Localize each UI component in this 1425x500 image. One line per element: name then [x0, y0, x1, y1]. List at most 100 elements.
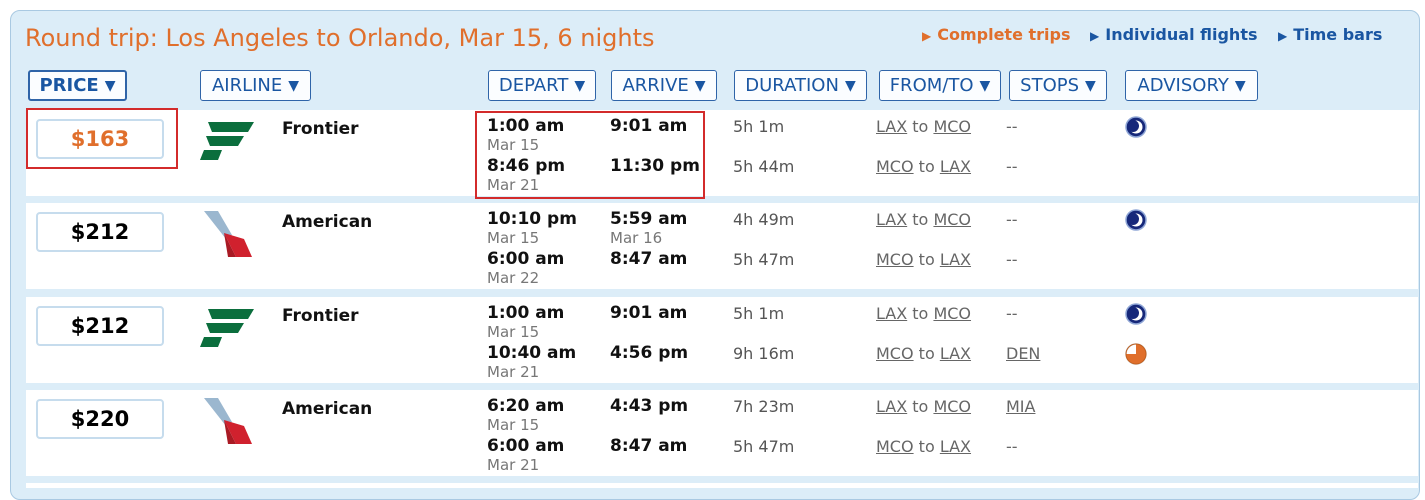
duration: 5h 1m — [733, 117, 785, 136]
depart-time: 6:20 am — [487, 396, 565, 416]
result-row-partial — [26, 483, 1418, 488]
result-row: $212 Frontier 1:00 am Mar 15 9:01 am 5h … — [26, 297, 1418, 383]
route: LAX to MCO — [876, 304, 971, 323]
flight-leg-return: 6:00 am Mar 21 8:47 am 5h 47m MCO to LAX… — [26, 436, 1418, 474]
route-separator: to — [912, 210, 929, 229]
sort-from-to-label: FROM/TO — [889, 75, 974, 96]
arrive-time: 8:47 am — [610, 436, 688, 456]
depart-time: 1:00 am — [487, 303, 565, 323]
origin-airport-link[interactable]: MCO — [876, 250, 914, 269]
destination-airport-link[interactable]: MCO — [933, 397, 971, 416]
origin-airport-link[interactable]: LAX — [876, 117, 907, 136]
origin-airport-link[interactable]: LAX — [876, 210, 907, 229]
chevron-down-icon: ▼ — [1085, 77, 1096, 94]
sort-depart-button[interactable]: DEPART ▼ — [488, 70, 596, 101]
depart-date: Mar 15 — [487, 416, 540, 434]
arrive-time: 11:30 pm — [610, 156, 700, 176]
origin-airport-link[interactable]: LAX — [876, 304, 907, 323]
sort-from-to-button[interactable]: FROM/TO ▼ — [879, 70, 1001, 101]
sort-advisory-button[interactable]: ADVISORY ▼ — [1125, 70, 1258, 101]
depart-time: 10:10 pm — [487, 209, 577, 229]
route-separator: to — [912, 117, 929, 136]
duration: 5h 47m — [733, 250, 795, 269]
moon-icon[interactable] — [1125, 303, 1147, 325]
sort-stops-button[interactable]: STOPS ▼ — [1009, 70, 1107, 101]
duration: 5h 1m — [733, 304, 785, 323]
route: LAX to MCO — [876, 210, 971, 229]
flight-leg-outbound: 1:00 am Mar 15 9:01 am 5h 1m LAX to MCO … — [26, 303, 1418, 341]
play-triangle-icon: ▶ — [922, 29, 932, 43]
play-triangle-icon: ▶ — [1090, 29, 1100, 43]
arrive-time: 5:59 am — [610, 209, 688, 229]
chevron-down-icon: ▼ — [844, 77, 856, 94]
chevron-down-icon: ▼ — [1234, 77, 1246, 94]
destination-airport-link[interactable]: MCO — [933, 210, 971, 229]
stop-airport-link[interactable]: DEN — [1006, 344, 1040, 363]
origin-airport-link[interactable]: MCO — [876, 344, 914, 363]
chevron-down-icon: ▼ — [288, 77, 300, 94]
route: MCO to LAX — [876, 437, 971, 456]
arrive-time: 4:56 pm — [610, 343, 689, 363]
result-row: $220 American 6:20 am Mar 15 4:43 pm 7h … — [26, 390, 1418, 476]
origin-airport-link[interactable]: LAX — [876, 397, 907, 416]
moon-icon[interactable] — [1125, 116, 1147, 138]
stop-airport-link[interactable]: MIA — [1006, 397, 1035, 416]
depart-time: 6:00 am — [487, 436, 565, 456]
depart-time: 6:00 am — [487, 249, 565, 269]
route-separator: to — [912, 304, 929, 323]
sort-duration-button[interactable]: DURATION ▼ — [734, 70, 867, 101]
depart-date: Mar 21 — [487, 456, 540, 474]
view-link-label: Complete trips — [937, 25, 1071, 44]
view-link-label: Time bars — [1293, 25, 1383, 44]
depart-time: 10:40 am — [487, 343, 577, 363]
route: MCO to LAX — [876, 157, 971, 176]
route: LAX to MCO — [876, 117, 971, 136]
flight-leg-return: 10:40 am Mar 21 4:56 pm 9h 16m MCO to LA… — [26, 343, 1418, 381]
sort-price-button[interactable]: PRICE ▼ — [28, 70, 127, 101]
sort-stops-label: STOPS — [1020, 75, 1080, 96]
chevron-down-icon: ▼ — [104, 77, 116, 94]
arrive-time: 9:01 am — [610, 303, 688, 323]
sort-price-label: PRICE — [39, 75, 99, 96]
flight-leg-return: 8:46 pm Mar 21 11:30 pm 5h 44m MCO to LA… — [26, 156, 1418, 194]
sort-airline-button[interactable]: AIRLINE ▼ — [200, 70, 311, 101]
arrive-date: Mar 16 — [610, 229, 663, 247]
view-individual-flights-link[interactable]: ▶ Individual flights — [1090, 25, 1257, 44]
flight-leg-outbound: 1:00 am Mar 15 9:01 am 5h 1m LAX to MCO … — [26, 116, 1418, 154]
depart-date: Mar 21 — [487, 176, 540, 194]
depart-date: Mar 22 — [487, 269, 540, 287]
route: MCO to LAX — [876, 344, 971, 363]
sort-advisory-label: ADVISORY — [1137, 75, 1229, 96]
destination-airport-link[interactable]: LAX — [940, 157, 971, 176]
depart-time: 8:46 pm — [487, 156, 566, 176]
origin-airport-link[interactable]: MCO — [876, 157, 914, 176]
view-complete-trips-link[interactable]: ▶ Complete trips — [922, 25, 1071, 44]
arrive-time: 4:43 pm — [610, 396, 689, 416]
destination-airport-link[interactable]: LAX — [940, 437, 971, 456]
depart-time: 1:00 am — [487, 116, 565, 136]
route: LAX to MCO — [876, 397, 971, 416]
sort-duration-label: DURATION — [745, 75, 839, 96]
sort-depart-label: DEPART — [498, 75, 569, 96]
moon-icon[interactable] — [1125, 209, 1147, 231]
destination-airport-link[interactable]: MCO — [933, 304, 971, 323]
chevron-down-icon: ▼ — [979, 77, 991, 94]
duration: 9h 16m — [733, 344, 795, 363]
sunset-icon[interactable] — [1125, 343, 1147, 365]
origin-airport-link[interactable]: MCO — [876, 437, 914, 456]
depart-date: Mar 21 — [487, 363, 540, 381]
route-separator: to — [918, 344, 935, 363]
arrive-time: 9:01 am — [610, 116, 688, 136]
flight-leg-outbound: 6:20 am Mar 15 4:43 pm 7h 23m LAX to MCO… — [26, 396, 1418, 434]
stops: -- — [1006, 437, 1018, 456]
sort-arrive-button[interactable]: ARRIVE ▼ — [611, 70, 717, 101]
destination-airport-link[interactable]: MCO — [933, 117, 971, 136]
route-separator: to — [918, 157, 935, 176]
stops: -- — [1006, 210, 1018, 229]
destination-airport-link[interactable]: LAX — [940, 344, 971, 363]
route-separator: to — [912, 397, 929, 416]
view-time-bars-link[interactable]: ▶ Time bars — [1278, 25, 1382, 44]
destination-airport-link[interactable]: LAX — [940, 250, 971, 269]
duration: 5h 44m — [733, 157, 795, 176]
result-row: $212 American 10:10 pm Mar 15 5:59 am Ma… — [26, 203, 1418, 289]
